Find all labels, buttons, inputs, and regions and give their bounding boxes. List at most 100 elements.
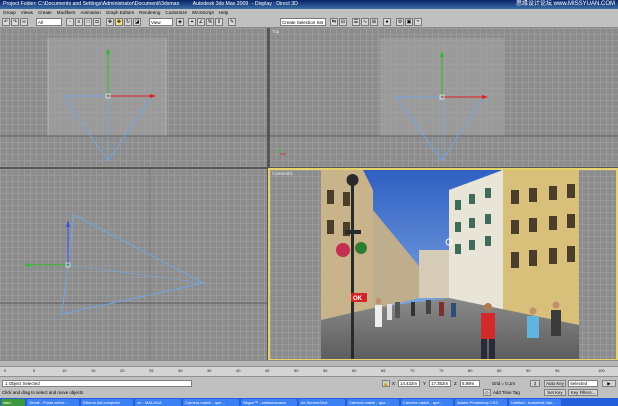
y-coord-field[interactable]: 17.352m: [429, 380, 451, 387]
tick-20: 20: [120, 368, 125, 373]
select-object-icon[interactable]: ▫: [66, 18, 74, 26]
percent-snap-icon[interactable]: %: [206, 18, 214, 26]
layer-manager-icon[interactable]: ☰: [352, 18, 360, 26]
x-coord-field[interactable]: 14.432m: [398, 380, 420, 387]
key-icon[interactable]: ⚷: [530, 380, 540, 387]
tick-75: 75: [439, 368, 444, 373]
tick-40: 40: [236, 368, 241, 373]
menu-help[interactable]: Help: [219, 10, 228, 15]
render-production-icon[interactable]: ☕: [414, 18, 422, 26]
menu-graph-editors[interactable]: Graph Editors: [106, 10, 134, 15]
track-bar[interactable]: 0 5 10 15 20 25 30 35 40 45 50 55 60 65 …: [0, 367, 618, 377]
menu-maxscript[interactable]: MAXScript: [192, 10, 214, 15]
mirror-icon[interactable]: ⇆: [330, 18, 338, 26]
os-taskbar: start Gmail - Posta arrivo... Ritorno da…: [0, 398, 618, 406]
tick-100: 100: [598, 368, 605, 373]
watermark: 思缘设计论坛 www.MISSYUAN.COM: [515, 1, 615, 7]
viewport-front[interactable]: [0, 28, 267, 167]
curve-editor-icon[interactable]: ∿: [361, 18, 369, 26]
pivot-icon[interactable]: ◈: [176, 18, 184, 26]
select-by-name-icon[interactable]: ≡: [75, 18, 83, 26]
taskbar-skype[interactable]: Skype™ - stmkurscusco: [241, 398, 297, 406]
add-time-tag[interactable]: Add Time Tag: [493, 390, 520, 395]
menu-modifiers[interactable]: Modifiers: [57, 10, 76, 15]
taskbar-computer[interactable]: Ritorno dal computer: [81, 398, 133, 406]
time-tag-icon[interactable]: ◇: [483, 389, 491, 396]
top-view-scene: [270, 38, 618, 162]
menu-animation[interactable]: Animation: [80, 10, 100, 15]
menu-customize[interactable]: Customize: [165, 10, 187, 15]
taskbar-camera-match-3[interactable]: Camera match - que...: [401, 398, 453, 406]
z-coord-label: Z: [454, 381, 457, 386]
title-project-folder: Project Folder: C:\Documents and Setting…: [3, 1, 180, 7]
rendered-frame-icon[interactable]: ▣: [405, 18, 413, 26]
title-app-name: Autodesk 3ds Max 2009: [192, 1, 249, 7]
menu-create[interactable]: Create: [38, 10, 52, 15]
undo-icon[interactable]: ↶: [2, 18, 10, 26]
snap-icon[interactable]: ⌖: [188, 18, 196, 26]
key-mode-dropdown[interactable]: Selected: [568, 380, 598, 387]
viewport-top[interactable]: Top: [270, 28, 618, 167]
tick-80: 80: [468, 368, 473, 373]
taskbar-gmail[interactable]: Gmail - Posta arrivo...: [27, 398, 79, 406]
taskbar-screenshot[interactable]: ee ScreenShot: [299, 398, 345, 406]
tick-5: 5: [33, 368, 36, 373]
grid-size: Grid = 0,1m: [492, 381, 516, 386]
background-street-photo: OK: [321, 170, 579, 359]
named-selection-set-dropdown[interactable]: Create Selection Set: [280, 18, 326, 26]
tick-0: 0: [4, 368, 7, 373]
menu-views[interactable]: Views: [21, 10, 33, 15]
tick-95: 95: [555, 368, 560, 373]
y-coord-label: Y: [423, 381, 426, 386]
taskbar-camera-match-1[interactable]: Camera match - que...: [183, 398, 239, 406]
lock-selection-icon[interactable]: 🔒: [382, 380, 390, 387]
select-move-active-icon[interactable]: ✥: [115, 18, 123, 26]
tick-50: 50: [294, 368, 299, 373]
front-view-scene: [0, 38, 267, 162]
rotate-icon[interactable]: ↻: [124, 18, 132, 26]
align-icon[interactable]: ⊟: [339, 18, 347, 26]
window-crossing-icon[interactable]: ◘: [93, 18, 101, 26]
selection-filter-dropdown[interactable]: All: [36, 18, 62, 26]
taskbar-photoshop[interactable]: Adobe Photoshop CS3: [455, 398, 507, 406]
title-bar: Project Folder: C:\Documents and Setting…: [0, 0, 618, 9]
material-editor-icon[interactable]: ●: [383, 18, 391, 26]
taskbar-3dsmax[interactable]: Untitled - Autodesk 3ds...: [509, 398, 561, 406]
menu-group[interactable]: Group: [3, 10, 16, 15]
select-move-icon[interactable]: ✥: [106, 18, 114, 26]
menu-rendering[interactable]: Rendering: [139, 10, 160, 15]
taskbar-camera-match-2[interactable]: Camera match - que...: [347, 398, 399, 406]
start-button[interactable]: start: [1, 398, 25, 406]
tick-15: 15: [91, 368, 96, 373]
menu-bar: Group Views Create Modifiers Animation G…: [0, 9, 618, 16]
redo-icon[interactable]: ↷: [11, 18, 19, 26]
x-coord-label: X: [392, 381, 395, 386]
set-key-button[interactable]: Set Key: [544, 389, 566, 396]
tick-35: 35: [207, 368, 212, 373]
tick-65: 65: [381, 368, 386, 373]
playback-controls[interactable]: ▶: [602, 380, 616, 387]
rect-region-icon[interactable]: □: [84, 18, 92, 26]
spinner-snap-icon[interactable]: ⇕: [215, 18, 223, 26]
z-coord-field[interactable]: 5.89m: [460, 380, 480, 387]
render-setup-icon[interactable]: ⚙: [396, 18, 404, 26]
edit-named-sets-icon[interactable]: ✎: [228, 18, 236, 26]
schematic-view-icon[interactable]: ⊞: [370, 18, 378, 26]
link-icon[interactable]: ∞: [20, 18, 28, 26]
prompt-line: Click and drag to select and move object…: [2, 390, 84, 395]
scale-icon[interactable]: ◪: [133, 18, 141, 26]
taskbar-malaga[interactable]: ne - MALAGA: [135, 398, 181, 406]
viewport-left[interactable]: [0, 169, 267, 360]
title-display-mode: - Display : Direct 3D: [251, 1, 298, 7]
viewport-camera-label: Camera01: [272, 171, 294, 176]
angle-snap-icon[interactable]: ∠: [197, 18, 205, 26]
key-filters-button[interactable]: Key Filters...: [568, 389, 598, 396]
tick-85: 85: [497, 368, 502, 373]
tick-90: 90: [526, 368, 531, 373]
tick-10: 10: [62, 368, 67, 373]
street-scene-image: OK: [321, 170, 579, 359]
viewport-camera[interactable]: Camera01 OK: [268, 168, 618, 361]
tick-25: 25: [149, 368, 154, 373]
auto-key-button[interactable]: Auto Key: [544, 380, 566, 387]
reference-coordinate-dropdown[interactable]: View: [149, 18, 173, 26]
